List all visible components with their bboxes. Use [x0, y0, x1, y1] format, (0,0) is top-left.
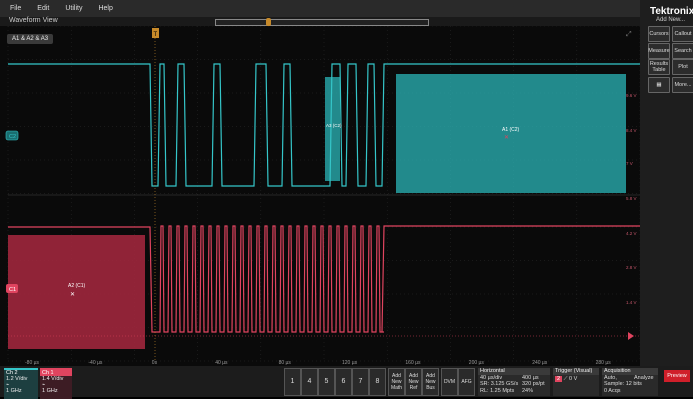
ch2-badge[interactable]: Ch 2 1.2 V/div ⌁ 1 GHz: [4, 368, 38, 399]
trigger-title: Trigger (Visual): [553, 368, 599, 375]
plot-legend[interactable]: A1 & A2 & A3: [7, 34, 54, 44]
add-new-label: Add New...: [656, 17, 686, 23]
measure-button[interactable]: Measure: [648, 43, 670, 59]
menu-file[interactable]: File: [10, 5, 21, 12]
waveform-canvas[interactable]: A2 (C1) A3 (C2) A1 (C2) ✕ ✕ 9.6 V 8.4 V 7 …: [0, 25, 641, 366]
ch1-bandwidth: 1 GHz: [42, 388, 58, 394]
cursors-button[interactable]: Cursors: [648, 26, 670, 42]
acquisition-count: 0 Acqs: [604, 387, 621, 394]
ch2-scale-labels: 9.6 V 8.4 V 7 V 5.8 V: [626, 93, 637, 201]
area-a3-label: A3 (C2): [326, 123, 342, 128]
trigger-position-handle[interactable]: [266, 18, 271, 26]
area-a1-label: A1 (C2): [502, 127, 520, 133]
trigger-level: 0 V: [568, 375, 578, 382]
ch2-marker-label: C2: [9, 134, 16, 140]
acquisition-analyze: Analyze: [634, 374, 654, 381]
trigger-marker-label: T: [154, 32, 158, 38]
area-cross-icon: ✕: [504, 135, 509, 141]
trigger-source: 2: [555, 375, 563, 382]
waveform-plot[interactable]: A2 (C1) A3 (C2) A1 (C2) ✕ ✕ 9.6 V 8.4 V 7 …: [0, 25, 641, 366]
menu-bar: File Edit Utility Help: [0, 0, 640, 17]
area-a3-region[interactable]: [325, 77, 340, 181]
horizontal-scale: 40 µs/div: [480, 374, 503, 381]
ch1-scale-labels: 4.2 V 2.8 V 1.4 V: [626, 231, 637, 305]
ch2-bandwidth: 1 GHz: [6, 388, 22, 394]
acquisition-mode: Auto,: [604, 374, 617, 381]
window-title: Waveform View: [9, 17, 58, 24]
area-a1-region[interactable]: [396, 74, 626, 193]
acquisition-panel[interactable]: Acquisition Auto, Analyze Sample: 12 bit…: [602, 368, 658, 396]
menu-utility[interactable]: Utility: [65, 5, 82, 12]
area-a2-label: A2 (C1): [68, 283, 86, 289]
menu-help[interactable]: Help: [98, 5, 112, 12]
ch2-scale-label: 7 V: [626, 161, 633, 166]
channel-5-button[interactable]: 5: [318, 368, 335, 396]
ch1-marker-label: C1: [9, 287, 16, 293]
area-cross-icon: ✕: [70, 292, 75, 298]
ch1-scale-label: 2.8 V: [626, 265, 637, 270]
expand-corner-icon[interactable]: ⤢: [626, 31, 632, 38]
results-table-button[interactable]: Results Table: [648, 59, 670, 75]
channel-4-button[interactable]: 4: [301, 368, 318, 396]
add-new-bus-button[interactable]: Add New Bus: [422, 368, 439, 396]
horizontal-position-bar[interactable]: [215, 18, 429, 26]
ch2-scale-label: 8.4 V: [626, 128, 637, 133]
ch1-badge[interactable]: Ch 1 1.4 V/div ⌁ 1 GHz: [40, 368, 72, 399]
dvm-button[interactable]: DVM: [441, 368, 458, 396]
brand-logo: Tektronix: [650, 6, 693, 17]
record-length: RL: 1.25 Mpts: [480, 387, 515, 394]
dvm-grid-icon[interactable]: ▦: [648, 77, 670, 93]
menu-edit[interactable]: Edit: [37, 5, 49, 12]
trigger-level-arrow[interactable]: [628, 332, 634, 340]
afg-button[interactable]: AFG: [458, 368, 475, 396]
ch1-scale-label: 4.2 V: [626, 231, 637, 236]
channel-8-button[interactable]: 8: [369, 368, 386, 396]
search-button[interactable]: Search: [672, 43, 693, 59]
plot-button[interactable]: Plot: [672, 59, 693, 75]
callout-button[interactable]: Callout: [672, 26, 693, 42]
channel-6-button[interactable]: 6: [335, 368, 352, 396]
ch1-scale-label: 1.4 V: [626, 300, 637, 305]
add-new-ref-button[interactable]: Add New Ref: [405, 368, 422, 396]
area-a2-region[interactable]: [8, 235, 145, 349]
ch2-scale-label: 9.6 V: [626, 93, 637, 98]
sample-rate: SR: 3.125 GS/s: [480, 381, 519, 387]
horizontal-panel[interactable]: Horizontal 40 µs/div 400 µs SR: 3.125 GS…: [478, 368, 550, 396]
channel-1-button[interactable]: 1: [284, 368, 301, 396]
horizontal-position: 24%: [522, 387, 534, 394]
channel-7-button[interactable]: 7: [352, 368, 369, 396]
trigger-panel[interactable]: Trigger (Visual) 2 ⟋ 0 V: [553, 368, 599, 396]
ch2-scale-label: 5.8 V: [626, 196, 637, 201]
trigger-slope-icon: ⟋: [563, 375, 568, 382]
add-new-math-button[interactable]: Add New Math: [388, 368, 405, 396]
more-button[interactable]: More...: [672, 77, 693, 93]
preview-button[interactable]: Preview: [664, 370, 690, 382]
